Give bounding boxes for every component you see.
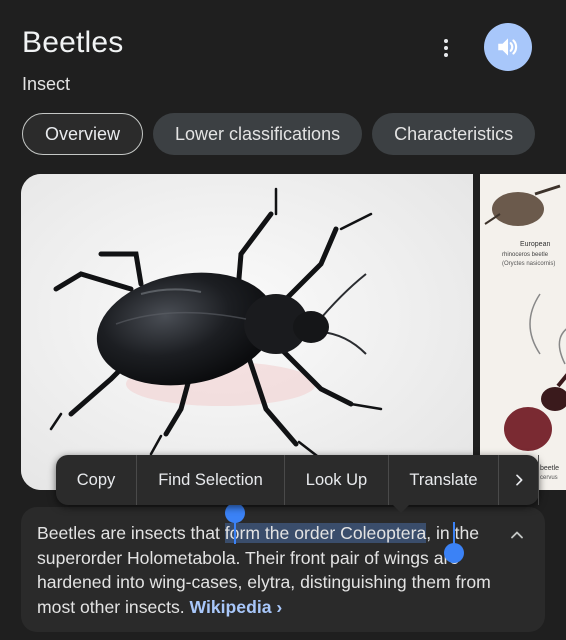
tab-overview[interactable]: Overview bbox=[22, 113, 144, 155]
entity-type: Insect bbox=[22, 74, 71, 94]
menu-pointer bbox=[392, 504, 410, 513]
more-vert-icon[interactable] bbox=[434, 34, 458, 62]
find-selection-menu-item[interactable]: Find Selection bbox=[137, 455, 285, 505]
wikipedia-link[interactable]: Wikipedia › bbox=[190, 597, 283, 617]
speaker-button[interactable] bbox=[484, 23, 532, 71]
side-caption-1: European bbox=[520, 241, 550, 248]
side-caption-3: (Oryctes nasicornis) bbox=[502, 261, 555, 267]
selected-text[interactable]: form the order Coleoptera bbox=[224, 523, 427, 543]
tab-characteristics[interactable]: Characteristics bbox=[372, 113, 536, 155]
tab-bar: Overview Lower classifications Character… bbox=[22, 113, 536, 155]
text-context-menu: Copy Find Selection Look Up Translate bbox=[56, 455, 539, 513]
chevron-right-icon[interactable] bbox=[499, 455, 539, 505]
tab-lower-classifications[interactable]: Lower classifications bbox=[153, 113, 363, 155]
chevron-up-icon[interactable] bbox=[507, 525, 527, 550]
beetle-chart-photo[interactable]: European rhinoceros beetle (Oryctes nasi… bbox=[480, 174, 566, 490]
volume-icon bbox=[498, 38, 518, 56]
page-title: Beetles bbox=[22, 26, 124, 59]
side-caption-4: beetle bbox=[540, 465, 559, 472]
selection-end-handle[interactable] bbox=[444, 543, 464, 563]
copy-menu-item[interactable]: Copy bbox=[56, 455, 137, 505]
side-caption-2: rhinoceros beetle bbox=[502, 252, 549, 258]
translate-menu-item[interactable]: Translate bbox=[389, 455, 499, 505]
beetle-photo[interactable] bbox=[21, 174, 473, 490]
chevron-right-icon: › bbox=[276, 596, 283, 617]
side-caption-5: cervus bbox=[540, 475, 558, 481]
beetle-chart-illustration: European rhinoceros beetle (Oryctes nasi… bbox=[480, 174, 566, 490]
description-text[interactable]: Beetles are insects that form the order … bbox=[37, 521, 497, 619]
look-up-menu-item[interactable]: Look Up bbox=[285, 455, 389, 505]
description-card: Beetles are insects that form the order … bbox=[21, 507, 545, 632]
selection-start-stem bbox=[234, 518, 236, 544]
beetle-illustration bbox=[21, 174, 473, 490]
